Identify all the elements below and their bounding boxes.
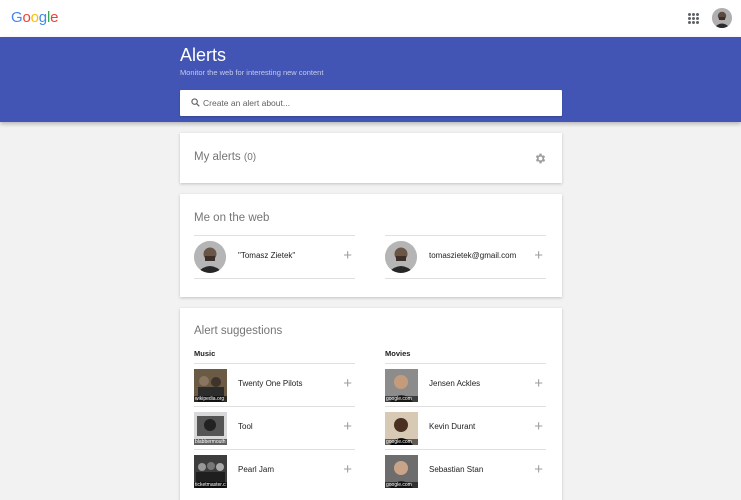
me-on-web-title: Me on the web <box>194 212 270 224</box>
thumbnail-source: google.com <box>385 439 418 445</box>
email-label: tomaszietek@gmail.com <box>429 251 517 260</box>
top-bar: Google <box>0 0 741 37</box>
suggestion-thumbnail: google.com <box>385 455 418 488</box>
suggestion-item: blabbermouth Tool + <box>194 406 355 449</box>
add-alert-button[interactable]: + <box>534 418 543 436</box>
thumbnail-source: ticketmaster.c <box>194 482 227 488</box>
add-alert-button[interactable]: + <box>343 461 352 479</box>
add-alert-button[interactable]: + <box>343 247 352 265</box>
thumbnail-source: wikipedia.org <box>194 396 227 402</box>
thumbnail-source: blabbermouth <box>194 439 227 445</box>
account-avatar[interactable] <box>712 8 732 28</box>
apps-grid-icon[interactable] <box>688 13 699 24</box>
suggestion-label: Kevin Durant <box>429 422 476 431</box>
add-alert-button[interactable]: + <box>343 418 352 436</box>
suggestion-item: google.com Jensen Ackles + <box>385 363 546 406</box>
alerts-count: (0) <box>243 152 257 163</box>
suggestion-label: Pearl Jam <box>238 465 275 474</box>
add-alert-button[interactable]: + <box>534 461 543 479</box>
add-alert-button[interactable]: + <box>534 247 543 265</box>
google-logo[interactable]: Google <box>11 9 58 26</box>
alert-suggestions-title: Alert suggestions <box>194 325 283 337</box>
add-alert-button[interactable]: + <box>534 375 543 393</box>
add-alert-button[interactable]: + <box>343 375 352 393</box>
suggestion-label: Jensen Ackles <box>429 379 481 388</box>
avatar <box>385 241 417 273</box>
suggestion-label: Twenty One Pilots <box>238 379 303 388</box>
gear-icon[interactable] <box>534 152 547 165</box>
my-alerts-card: My alerts (0) <box>180 133 562 183</box>
me-on-web-item: "Tomasz Zietek" + <box>194 235 355 279</box>
movies-heading: Movies <box>385 349 411 358</box>
thumbnail-source: google.com <box>385 396 418 402</box>
avatar <box>194 241 226 273</box>
suggestion-thumbnail: google.com <box>385 369 418 402</box>
me-on-web-item: tomaszietek@gmail.com + <box>385 235 546 279</box>
suggestion-item: wikipedia.org Twenty One Pilots + <box>194 363 355 406</box>
suggestion-thumbnail: ticketmaster.c <box>194 455 227 488</box>
me-on-web-card: Me on the web "Tomasz Zietek" + tomaszie… <box>180 194 562 297</box>
alert-suggestions-card: Alert suggestions Music Movies wikipedia… <box>180 308 562 500</box>
my-alerts-title: My alerts (0) <box>194 151 257 163</box>
music-heading: Music <box>194 349 216 358</box>
thumbnail-source: google.com <box>385 482 418 488</box>
suggestion-item: ticketmaster.c Pearl Jam + <box>194 449 355 492</box>
search-box[interactable] <box>180 90 562 116</box>
suggestion-thumbnail: wikipedia.org <box>194 369 227 402</box>
suggestion-thumbnail: blabbermouth <box>194 412 227 445</box>
suggestion-item: google.com Kevin Durant + <box>385 406 546 449</box>
alerts-header: Alerts Monitor the web for interesting n… <box>0 37 741 122</box>
person-name-label: "Tomasz Zietek" <box>238 251 296 260</box>
suggestion-item: google.com Sebastian Stan + <box>385 449 546 492</box>
page-title: Alerts <box>180 45 227 65</box>
suggestion-label: Tool <box>238 422 253 431</box>
page-subtitle: Monitor the web for interesting new cont… <box>180 68 324 77</box>
suggestion-label: Sebastian Stan <box>429 465 484 474</box>
search-icon <box>191 98 200 107</box>
create-alert-input[interactable] <box>203 94 543 112</box>
suggestion-thumbnail: google.com <box>385 412 418 445</box>
